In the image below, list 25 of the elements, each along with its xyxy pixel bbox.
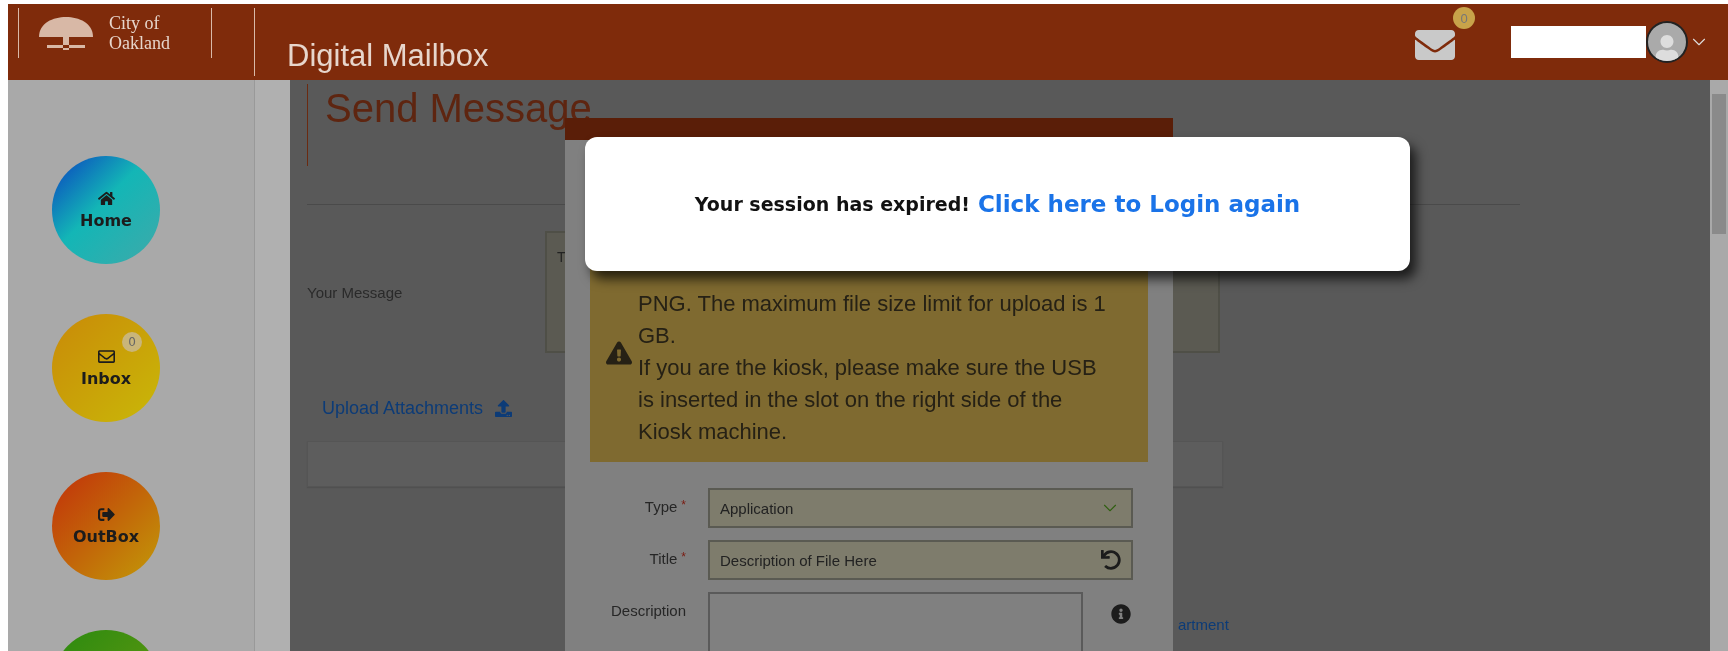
upload-icon	[495, 400, 513, 417]
login-again-link[interactable]: Click here to Login again	[977, 191, 1301, 217]
reset-icon[interactable]	[1101, 550, 1121, 570]
info-icon[interactable]	[1111, 604, 1131, 624]
field-label: Type *	[643, 497, 686, 515]
nav-circle[interactable]: Home	[52, 156, 160, 264]
envelope-icon	[97, 348, 115, 365]
field-label: Title *	[648, 549, 686, 567]
count-badge: 0	[122, 332, 142, 352]
title-field[interactable]: Description of File Here	[708, 540, 1133, 580]
warning-icon	[606, 340, 632, 366]
type-select[interactable]: Application	[708, 488, 1133, 528]
notice-text: PNG. The maximum file size limit for upload is 1 GB. If you are the kiosk, please make sure the USB is inserted in the slot on the right side of the Kiosk machine.	[638, 290, 1107, 446]
avatar-icon[interactable]	[1646, 21, 1688, 63]
description-field[interactable]	[708, 592, 1083, 651]
sign-out-icon	[97, 506, 115, 523]
field-label: Description	[609, 601, 686, 619]
app-title: Digital Mailbox	[287, 38, 489, 75]
home-icon	[97, 190, 115, 207]
nav-circle[interactable]: OutBox	[52, 472, 160, 580]
session-message: Your session has expired!	[694, 193, 970, 215]
mail-count-badge: 0	[1453, 7, 1475, 29]
nav-circle[interactable]: Inbox 0	[52, 314, 160, 422]
scrollbar[interactable]	[1710, 80, 1728, 651]
city-logo-text: City of Oakland	[109, 13, 170, 53]
